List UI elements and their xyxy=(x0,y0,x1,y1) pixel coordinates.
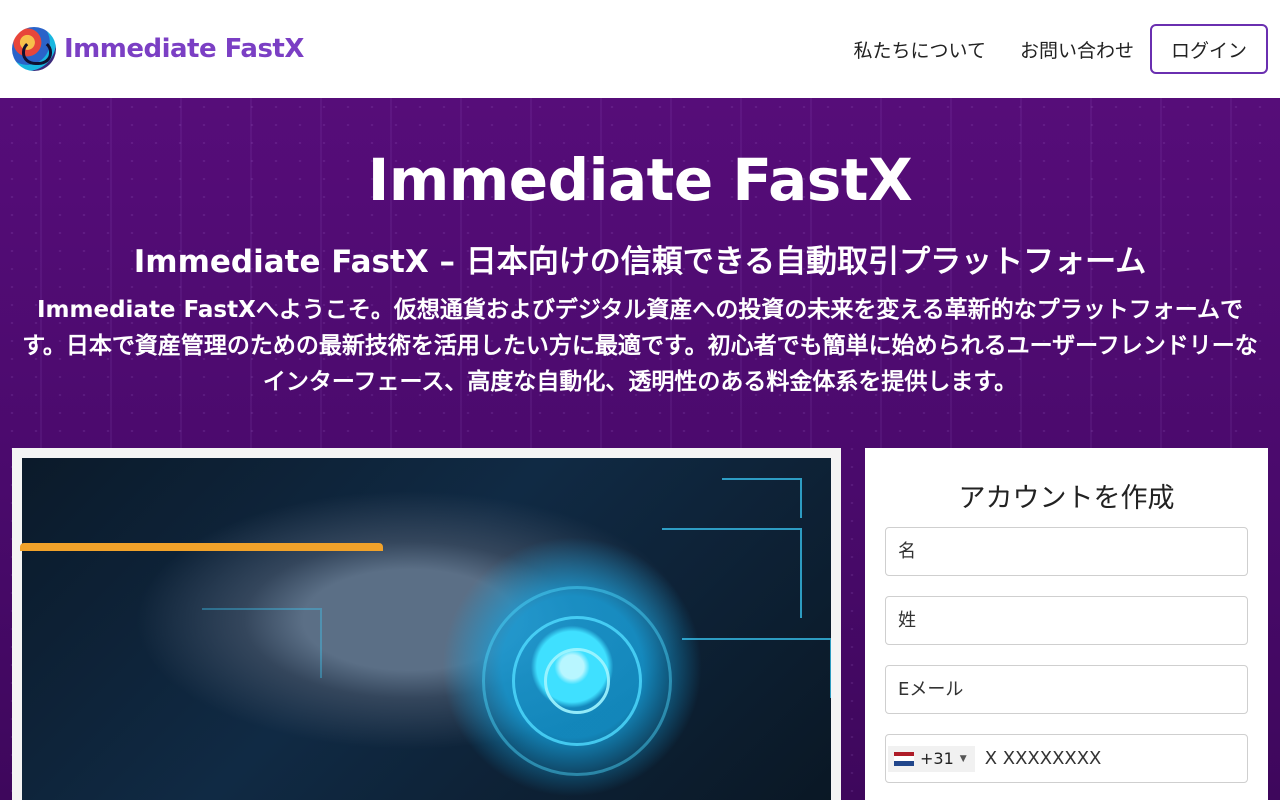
main-nav: 私たちについて お問い合わせ ログイン xyxy=(854,24,1268,74)
hero-description: Immediate FastXへようこそ。仮想通貨およびデジタル資産への投資の未… xyxy=(22,297,1258,395)
chevron-down-icon: ▼ xyxy=(959,753,967,764)
email-input[interactable] xyxy=(898,679,1235,700)
brand-logo-icon xyxy=(12,27,56,71)
nav-contact-link[interactable]: お問い合わせ xyxy=(1020,36,1134,63)
site-header: Immediate FastX 私たちについて お問い合わせ ログイン xyxy=(0,0,1280,98)
circuit-line xyxy=(662,528,802,618)
hero-title: Immediate FastX xyxy=(367,146,913,214)
hero-image-frame xyxy=(12,448,841,800)
first-name-input[interactable] xyxy=(898,541,1235,562)
last-name-field[interactable] xyxy=(885,596,1248,645)
brand-name: Immediate FastX xyxy=(64,34,304,64)
country-code-select[interactable]: +31 ▼ xyxy=(888,745,975,772)
last-name-input[interactable] xyxy=(898,610,1235,631)
netherlands-flag-icon xyxy=(894,751,914,766)
phone-field[interactable]: +31 ▼ xyxy=(885,734,1248,783)
brand[interactable]: Immediate FastX xyxy=(12,27,304,71)
glowing-ring-inner xyxy=(544,648,610,714)
signup-form-title: アカウントを作成 xyxy=(958,483,1175,514)
hero-subtitle: Immediate FastX – 日本向けの信頼できる自動取引プラットフォーム xyxy=(133,244,1147,280)
ai-robot-head-image xyxy=(22,458,831,800)
circuit-line xyxy=(202,608,322,678)
circuit-line xyxy=(682,638,831,698)
phone-input[interactable] xyxy=(984,748,1247,769)
email-field[interactable] xyxy=(885,665,1248,714)
dial-code: +31 xyxy=(920,749,954,768)
nav-about-link[interactable]: 私たちについて xyxy=(854,36,986,63)
circuit-line xyxy=(722,478,802,518)
login-button[interactable]: ログイン xyxy=(1150,24,1268,74)
hero-section: Immediate FastX Immediate FastX – 日本向けの信… xyxy=(0,98,1280,800)
signup-form: アカウントを作成 +31 ▼ xyxy=(865,448,1268,800)
first-name-field[interactable] xyxy=(885,527,1248,576)
submit-button[interactable] xyxy=(20,543,383,551)
